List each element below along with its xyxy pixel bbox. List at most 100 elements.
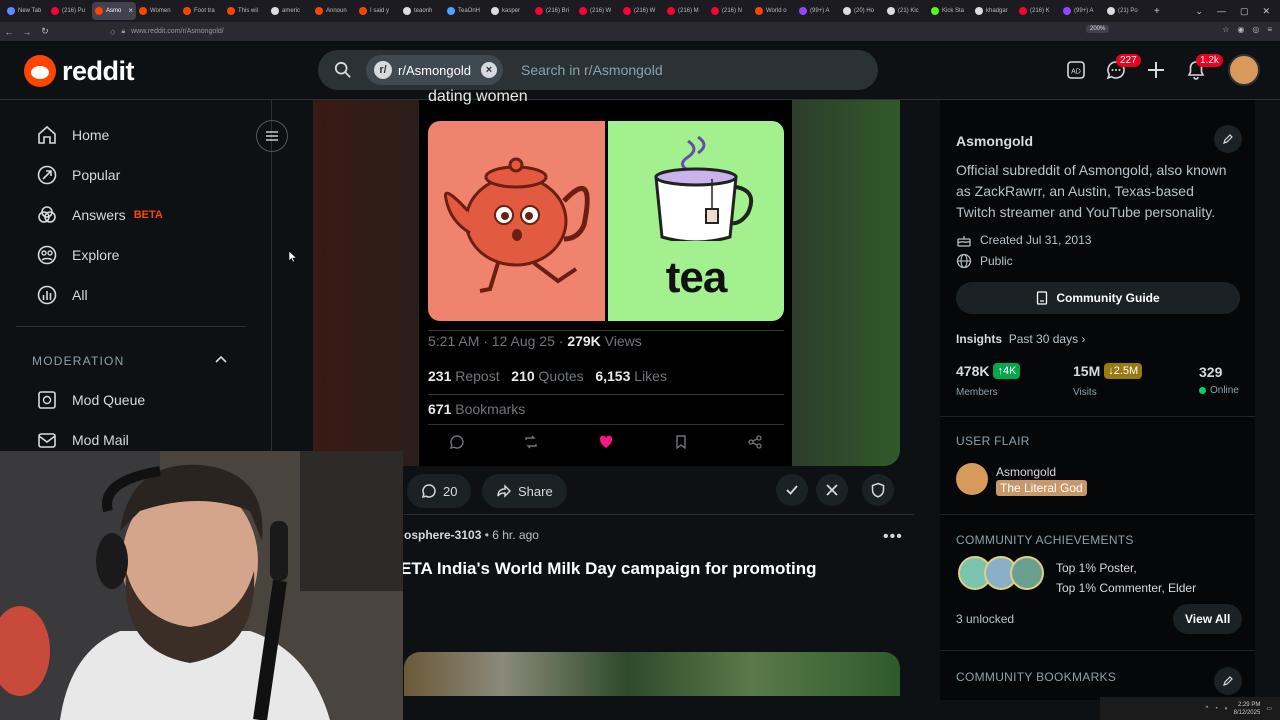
community-description: Official subreddit of Asmongold, also kn… [956,162,1227,220]
browser-tab[interactable]: khadgar [972,2,1016,20]
account-icon[interactable]: ◎ [1252,25,1259,34]
browser-tab[interactable]: TeaOnH [444,2,488,20]
reddit-logo[interactable]: reddit [24,55,135,87]
browser-tab[interactable]: kasper [488,2,532,20]
browser-tab[interactable]: (99+) A [796,2,840,20]
collapse-sidebar-button[interactable] [256,120,288,152]
tab-label: Kick Sta [942,8,965,14]
sidebar-item-home[interactable]: Home [36,124,109,146]
user-avatar[interactable] [1228,54,1260,86]
post-author[interactable]: osphere-3103 [404,528,481,542]
volume-icon[interactable]: ◖ [1224,706,1228,712]
post-title[interactable]: ETA India's World Milk Day campaign for … [400,559,816,579]
edit-bookmarks-button[interactable] [1214,667,1242,695]
browser-tab[interactable]: (21) Po [1104,2,1148,20]
sidebar-item-popular[interactable]: Popular [36,164,120,186]
likes-label: Likes [630,368,667,384]
search-bar[interactable]: r/ r/Asmongold × [318,50,878,90]
bookmark-star-icon[interactable]: ☆ [1222,25,1229,34]
browser-tab[interactable]: New Tab [4,2,48,20]
sidebar-item-explore[interactable]: Explore [36,244,119,266]
browser-tab[interactable]: This wil [224,2,268,20]
wifi-icon[interactable]: ◔ [1214,706,1218,712]
browser-tab[interactable]: (216) N [708,2,752,20]
browser-tab[interactable]: (216) K [1016,2,1060,20]
moderation-header[interactable]: MODERATION [32,354,124,368]
tab-favicon-icon [51,7,59,15]
clock[interactable]: 2:29 PM 8/12/2025 [1234,701,1261,717]
browser-tab[interactable]: Announ [312,2,356,20]
achievement-badge-icon[interactable] [1010,556,1044,590]
notifications-icon[interactable]: 1.2k [1184,54,1223,82]
browser-tab[interactable]: Foot tra [180,2,224,20]
community-guide-button[interactable]: Community Guide [956,282,1240,314]
extension-icon[interactable]: ◉ [1237,25,1244,34]
browser-tab[interactable]: Women [136,2,180,20]
maximize-icon[interactable]: ▢ [1240,6,1249,17]
sidebar-item-answers[interactable]: Answers BETA [36,204,163,226]
tea-caption: tea [665,253,728,302]
bookmark-icon[interactable] [673,434,689,450]
sidebar-item-mod-queue[interactable]: Mod Queue [36,389,145,411]
browser-tab[interactable]: americ [268,2,312,20]
view-all-button[interactable]: View All [1173,604,1243,634]
chevron-up-icon[interactable] [214,353,228,367]
reply-icon[interactable] [449,434,465,450]
share-tweet-icon[interactable] [747,434,763,450]
subreddit-search-chip[interactable]: r/ r/Asmongold × [366,55,503,85]
tray-chevron-icon[interactable]: ^ [1206,706,1209,712]
browser-tab[interactable]: I said y [356,2,400,20]
retweet-icon[interactable] [523,434,539,450]
notification-center-icon[interactable]: ▭ [1266,705,1272,712]
edit-community-button[interactable] [1214,125,1242,153]
browser-tab[interactable]: Asmo × [92,2,136,20]
close-icon [826,484,838,496]
zoom-indicator[interactable]: 200% [1086,25,1110,33]
remove-button[interactable] [816,474,848,506]
tab-list-icon[interactable]: ⌄ [1195,6,1203,17]
browser-tab[interactable]: (216) Bri [532,2,576,20]
tea-cup-image[interactable]: tea [608,121,784,321]
flair-tag[interactable]: The Literal God [996,480,1087,496]
reload-icon[interactable]: ↻ [36,26,54,37]
chat-icon[interactable]: 227 [1104,54,1141,82]
minimize-icon[interactable]: — [1217,6,1226,16]
close-tab-icon[interactable]: × [128,6,133,15]
menu-icon[interactable]: ≡ [1267,25,1272,34]
post-image[interactable] [404,652,900,696]
webcam-overlay [0,451,403,720]
close-window-icon[interactable]: ✕ [1262,6,1270,17]
tab-favicon-icon [315,7,323,15]
heart-icon[interactable] [598,434,614,450]
browser-tab[interactable]: (216) M [664,2,708,20]
insights-header[interactable]: Insights Past 30 days › [956,332,1085,346]
browser-tab[interactable]: (216) Pu [48,2,92,20]
sidebar-item-all[interactable]: All [36,284,88,306]
shield-icon: ◇ [110,28,116,36]
browser-tab[interactable]: (216) W [576,2,620,20]
back-icon[interactable]: ← [0,27,18,37]
browser-tab[interactable]: Kick Sta [928,2,972,20]
browser-tab[interactable]: (21) Kic [884,2,928,20]
advertise-icon[interactable]: AD [1064,58,1088,82]
comments-button[interactable]: 20 [407,474,472,508]
browser-tab[interactable]: (216) W [620,2,664,20]
search-input[interactable] [520,62,821,78]
new-tab-icon[interactable]: + [1154,6,1160,17]
share-button[interactable]: Share [482,474,567,508]
browser-tab[interactable]: World o [752,2,796,20]
more-options-icon[interactable]: ••• [883,528,903,546]
browser-tab[interactable]: (99+) A [1060,2,1104,20]
forward-icon[interactable]: → [18,27,36,37]
mod-actions-button[interactable] [862,474,894,506]
sidebar-item-mod-mail[interactable]: Mod Mail [36,429,129,451]
browser-tab[interactable]: teaonh [400,2,444,20]
clear-chip-icon[interactable]: × [480,62,497,78]
approve-button[interactable] [776,474,808,506]
flair-avatar[interactable] [956,463,988,495]
teapot-image[interactable] [428,121,605,321]
url-bar[interactable]: ◇ 🔒︎ www.reddit.com/r/Asmongold/ [110,25,1110,38]
pencil-icon [1223,676,1233,686]
browser-tab[interactable]: (20) Ho [840,2,884,20]
create-post-icon[interactable] [1144,58,1168,82]
